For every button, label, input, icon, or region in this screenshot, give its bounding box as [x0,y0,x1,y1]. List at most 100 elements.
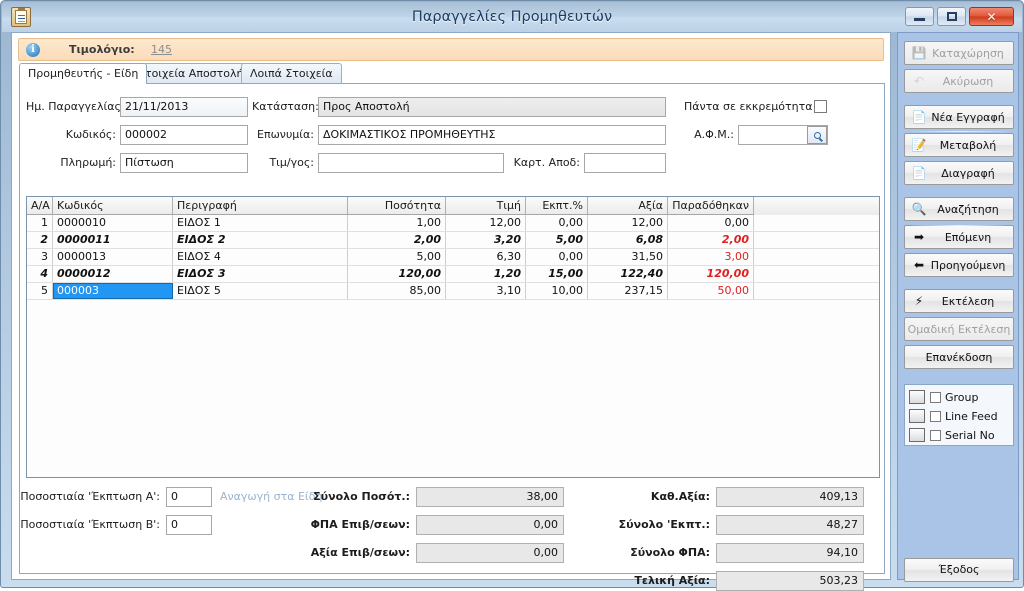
cell-aa[interactable]: 4 [27,266,53,282]
cell-discount[interactable]: 15,00 [526,266,588,282]
tab-supplier-items[interactable]: Προμηθευτής - Είδη [19,63,148,84]
exit-button[interactable]: Έξοδος [904,558,1014,582]
cell-desc[interactable]: ΕΙΔΟΣ 4 [173,249,348,265]
cell-aa[interactable]: 2 [27,232,53,248]
cell-code[interactable]: 0000013 [53,249,173,265]
col-header-discount[interactable]: Εκπτ.% [526,197,588,215]
cell-qty[interactable]: 5,00 [348,249,446,265]
cell-qty[interactable]: 120,00 [348,266,446,282]
group-checkbox[interactable] [930,391,941,403]
items-grid[interactable]: Α/Α Κωδικός Περιγραφή Ποσότητα Τιμή Εκπτ… [26,196,880,478]
code-input[interactable]: 000002 [120,125,248,145]
cell-code[interactable]: 0000011 [53,232,173,248]
cell-delivered[interactable]: 2,00 [668,232,754,248]
sidebar-button-delete[interactable]: 📄 Διαγραφή [904,161,1014,185]
cell-aa[interactable]: 3 [27,249,53,265]
table-row[interactable]: 4 0000012 ΕΙΔΟΣ 3 120,00 1,20 15,00 122,40 120,… [27,266,879,283]
col-header-price[interactable]: Τιμή [446,197,526,215]
sidebar-button-arrow-left[interactable]: ⬅ Προηγούμενη [904,253,1014,277]
cell-value[interactable]: 6,08 [588,232,668,248]
table-row[interactable]: 3 0000013 ΕΙΔΟΣ 4 5,00 6,30 0,00 31,50 3,00 [27,249,879,266]
order-date-combo[interactable]: 21/11/2013 [120,97,248,117]
cell-price[interactable]: 3,20 [446,232,526,248]
close-button[interactable]: ✕ [969,7,1014,26]
cell-delivered[interactable]: 50,00 [668,283,754,299]
sidebar-button-search[interactable]: 🔍 Αναζήτηση [904,197,1014,221]
save-icon: 💾 [911,46,927,60]
table-row[interactable]: 1 0000010 ΕΙΔΟΣ 1 1,00 12,00 0,00 12,00 0,00 [27,215,879,232]
col-header-aa[interactable]: Α/Α [27,197,53,215]
cell-value[interactable]: 12,00 [588,215,668,231]
cell-price[interactable]: 1,20 [446,266,526,282]
cell-discount[interactable]: 10,00 [526,283,588,299]
undo-icon: ↶ [913,74,925,88]
col-header-delivered[interactable]: Παραδόθηκαν [668,197,754,215]
sidebar-button-label: Καταχώρηση [932,46,1004,60]
sidebar-button-lightning[interactable]: ⚡ Εκτέλεση [904,289,1014,313]
col-header-code[interactable]: Κωδικός [53,197,173,215]
invoice-input[interactable] [318,153,504,173]
cell-code[interactable]: 0000012 [53,266,173,282]
invoice-field-label: Τιμ/γος: [269,156,314,169]
maximize-button[interactable] [937,7,966,26]
cell-code[interactable]: 0000010 [53,215,173,231]
table-row[interactable]: 2 0000011 ΕΙΔΟΣ 2 2,00 3,20 5,00 6,08 2,00 [27,232,879,249]
invoice-number-link[interactable]: 145 [151,43,172,56]
sidebar-button-label: Προηγούμενη [930,258,1006,272]
minimize-button[interactable] [905,7,934,26]
receipt-card-input[interactable] [584,153,666,173]
sidebar-button-undo: ↶ Ακύρωση [904,69,1014,93]
cell-code[interactable]: 000003 [53,283,173,299]
cell-value[interactable]: 237,15 [588,283,668,299]
sidebar-button-arrow-right[interactable]: ➡ Επόμενη [904,225,1014,249]
always-pending-checkbox[interactable] [814,100,827,113]
option-line-feed-label: Line Feed [945,409,998,423]
tab-underline [19,83,885,84]
cell-delivered[interactable]: 3,00 [668,249,754,265]
cell-discount[interactable]: 5,00 [526,232,588,248]
status-combo[interactable]: Προς Αποστολή [318,97,666,117]
col-header-desc[interactable]: Περιγραφή [173,197,348,215]
col-header-qty[interactable]: Ποσότητα [348,197,446,215]
cell-desc[interactable]: ΕΙΔΟΣ 3 [173,266,348,282]
sidebar-separator-3 [912,319,1006,320]
discount-b-input[interactable]: 0 [166,515,212,535]
sidebar-button-new-page[interactable]: 📄 Νέα Εγγραφή [904,105,1014,129]
cell-price[interactable]: 6,30 [446,249,526,265]
serial-no-checkbox[interactable] [930,429,941,441]
cell-discount[interactable]: 0,00 [526,249,588,265]
sidebar-button-edit[interactable]: 📝 Μεταβολή [904,133,1014,157]
cell-desc[interactable]: ΕΙΔΟΣ 2 [173,232,348,248]
sidebar-button-none[interactable]: Επανέκδοση [904,345,1014,369]
name-input[interactable]: ΔΟΚΙΜΑΣΤΙΚΟΣ ΠΡΟΜΗΘΕΥΤΗΣ [318,125,666,145]
cell-desc[interactable]: ΕΙΔΟΣ 1 [173,215,348,231]
cell-price[interactable]: 3,10 [446,283,526,299]
cell-desc[interactable]: ΕΙΔΟΣ 5 [173,283,348,299]
minimize-icon [914,18,925,21]
option-line-feed-row[interactable]: Line Feed [909,408,998,424]
col-header-value[interactable]: Αξία [588,197,668,215]
cell-value[interactable]: 122,40 [588,266,668,282]
vat-search-button[interactable] [807,126,827,144]
sidebar-button-label: Διαγραφή [941,166,995,180]
cell-aa[interactable]: 5 [27,283,53,299]
cell-aa[interactable]: 1 [27,215,53,231]
cell-qty[interactable]: 85,00 [348,283,446,299]
sidebar-button-label: Επανέκδοση [925,350,993,364]
cell-delivered[interactable]: 0,00 [668,215,754,231]
cell-discount[interactable]: 0,00 [526,215,588,231]
sidebar-button-label: Εκτέλεση [941,294,995,308]
discount-a-input[interactable]: 0 [166,487,212,507]
cell-delivered[interactable]: 120,00 [668,266,754,282]
option-group-row[interactable]: Group [909,389,979,405]
line-feed-checkbox[interactable] [930,410,941,422]
cell-value[interactable]: 31,50 [588,249,668,265]
cell-qty[interactable]: 2,00 [348,232,446,248]
tab-other-data[interactable]: Λοιπά Στοιχεία [241,63,342,83]
cell-qty[interactable]: 1,00 [348,215,446,231]
cell-price[interactable]: 12,00 [446,215,526,231]
tab-shipping-data[interactable]: Στοιχεία Αποστολής [129,63,259,83]
option-serial-no-row[interactable]: Serial No [909,427,995,443]
table-row[interactable]: 5 000003 ΕΙΔΟΣ 5 85,00 3,10 10,00 237,15 50,00 [27,283,879,300]
payment-input[interactable]: Πίστωση [120,153,248,173]
